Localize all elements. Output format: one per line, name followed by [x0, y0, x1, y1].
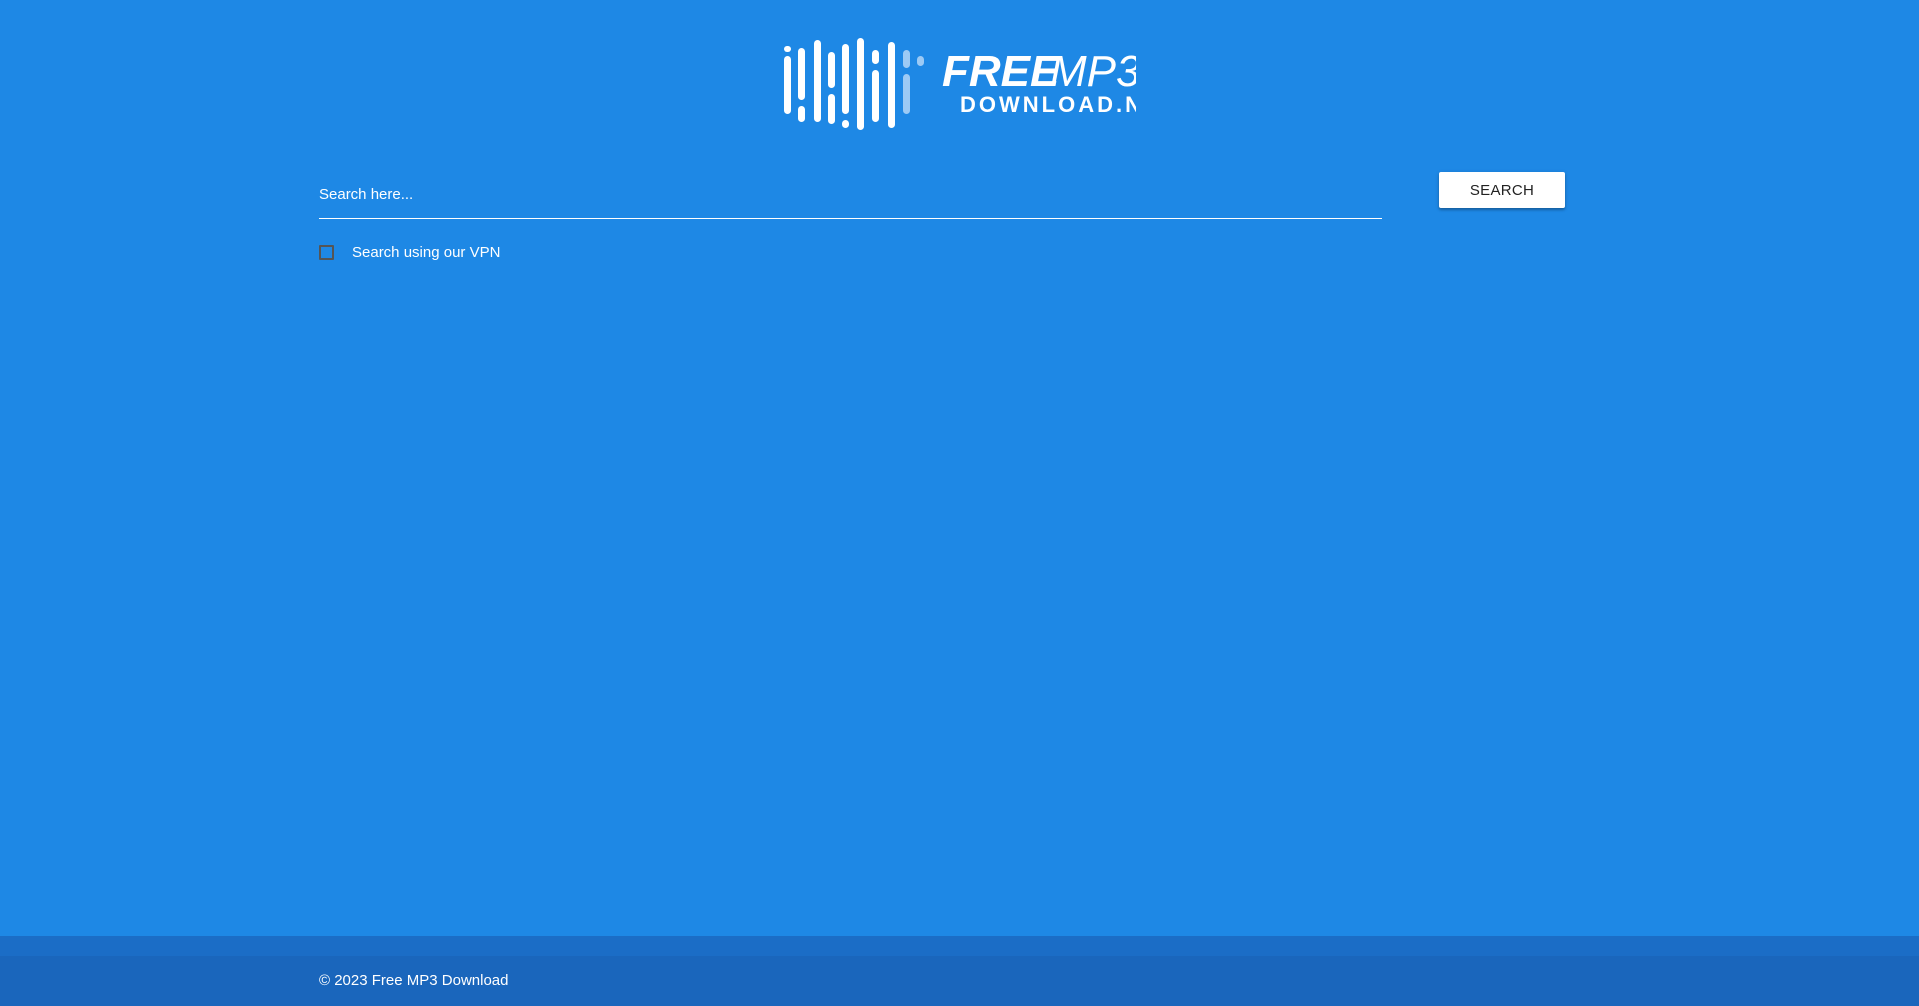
- search-button[interactable]: SEARCH: [1439, 172, 1565, 208]
- checkbox-unchecked-icon[interactable]: [319, 244, 334, 260]
- logo-text-mp3: MP3: [1050, 47, 1136, 96]
- search-bar: SEARCH: [319, 170, 1565, 226]
- footer-top-stripe: [0, 936, 1919, 956]
- site-logo[interactable]: FREE MP3 DOWNLOAD.NET: [784, 38, 1136, 134]
- footer: © 2023 Free MP3 Download: [0, 936, 1919, 1006]
- logo-text-free: FREE: [942, 47, 1061, 96]
- page: FREE MP3 DOWNLOAD.NET SEARCH Search usin…: [0, 0, 1919, 1006]
- copyright-text: © 2023 Free MP3 Download: [319, 972, 509, 989]
- vpn-option[interactable]: Search using our VPN: [319, 240, 500, 264]
- logo-text-domain: DOWNLOAD.NET: [960, 92, 1136, 117]
- search-field-wrapper: [319, 170, 1382, 219]
- sound-wave-logo-icon: FREE MP3 DOWNLOAD.NET: [784, 38, 1136, 130]
- vpn-checkbox-label: Search using our VPN: [352, 243, 501, 261]
- search-input[interactable]: [319, 170, 1382, 218]
